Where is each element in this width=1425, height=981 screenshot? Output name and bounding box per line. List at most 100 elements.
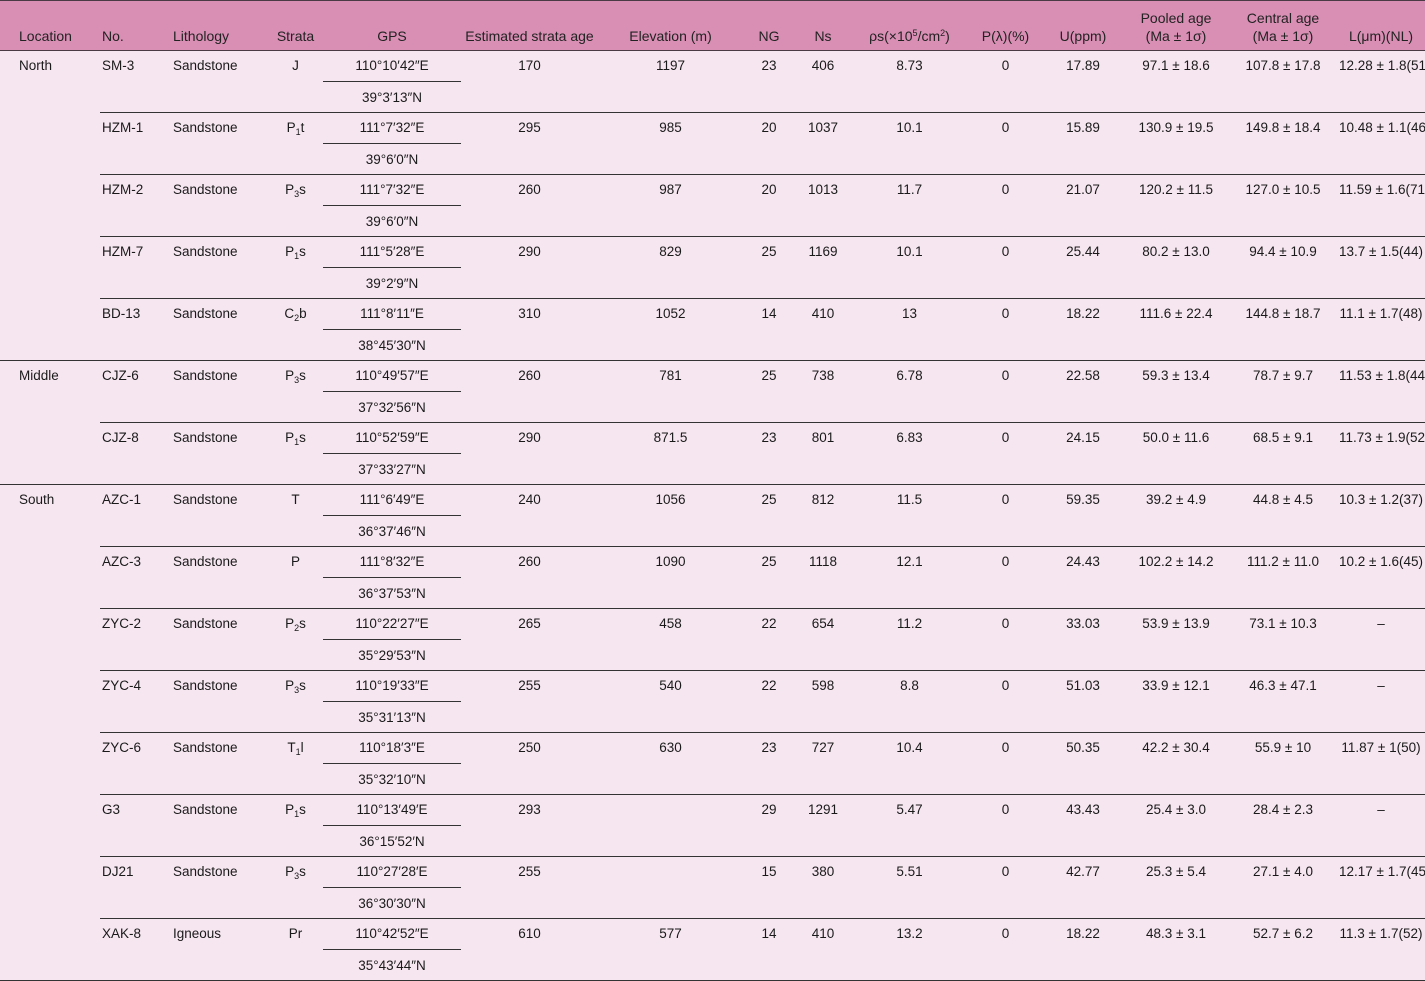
- elevation-cell: 871.5: [598, 422, 743, 485]
- elevation-cell: 458: [598, 608, 743, 671]
- ns-cell: 654: [795, 608, 851, 671]
- table-row: North SM-3 Sandstone J 110°10′42″E 170 1197 23 4…: [0, 50, 1425, 113]
- location-cell: South: [19, 492, 55, 507]
- gps-longitude-cell: 110°42′52″E: [355, 926, 429, 941]
- sample-no-cell: CJZ-6: [100, 360, 171, 423]
- fission-track-table: Location No. Lithology Strata GPS Estima…: [0, 0, 1425, 981]
- strata-base: P: [285, 864, 295, 879]
- gps-longitude-cell: 111°7′32″E: [359, 120, 425, 135]
- lithology-cell: Sandstone: [171, 360, 268, 423]
- central-age-cell: 68.5 ± 9.1: [1229, 422, 1337, 485]
- lithology-cell: Sandstone: [171, 546, 268, 609]
- estimated-age-cell: 290: [461, 236, 598, 299]
- estimated-age-cell: 260: [461, 174, 598, 237]
- p-lambda-cell: 0: [968, 732, 1043, 795]
- pooled-age-cell: 53.9 ± 13.9: [1123, 608, 1229, 671]
- ng-cell: 29: [743, 794, 795, 857]
- strata-base: P: [285, 182, 295, 197]
- ns-cell: 1118: [795, 546, 851, 609]
- gps-latitude-cell: 36°37′53″N: [323, 577, 461, 609]
- sample-no-cell: G3: [100, 794, 171, 857]
- ns-cell: 1013: [795, 174, 851, 237]
- gps-latitude-cell: 35°32′10″N: [323, 763, 461, 795]
- ng-cell: 22: [743, 608, 795, 671]
- rho-s-cell: 13: [851, 298, 968, 361]
- rho-s-cell: 11.7: [851, 174, 968, 237]
- u-cell: 50.35: [1043, 732, 1123, 795]
- length-cell: –: [1337, 608, 1425, 671]
- rho-s-cell: 6.78: [851, 360, 968, 423]
- central-age-cell: 28.4 ± 2.3: [1229, 794, 1337, 857]
- ns-cell: 410: [795, 298, 851, 361]
- p-lambda-cell: 0: [968, 794, 1043, 857]
- estimated-age-cell: 293: [461, 794, 598, 857]
- central-age-cell: 46.3 ± 47.1: [1229, 670, 1337, 733]
- gps-longitude-cell: 110°49′57″E: [355, 368, 429, 383]
- header-gps: GPS: [323, 0, 461, 51]
- lithology-cell: Sandstone: [171, 112, 268, 175]
- header-estimated-strata-age: Estimated strata age: [461, 0, 598, 51]
- strata-cell: P3s: [268, 856, 323, 919]
- elevation-cell: 1197: [598, 50, 743, 113]
- gps-longitude-cell: 111°8′11″E: [360, 306, 424, 321]
- u-cell: 51.03: [1043, 670, 1123, 733]
- header-length: L(μm)(NL): [1337, 0, 1425, 51]
- gps-latitude-cell: 35°43′44″N: [323, 949, 461, 981]
- pooled-age-cell: 25.3 ± 5.4: [1123, 856, 1229, 919]
- lithology-cell: Sandstone: [171, 484, 268, 547]
- strata-base: T: [287, 740, 296, 755]
- p-lambda-cell: 0: [968, 422, 1043, 485]
- strata-base: P: [285, 430, 295, 445]
- p-lambda-cell: 0: [968, 608, 1043, 671]
- gps-longitude-cell: 110°13′49′E: [356, 802, 428, 817]
- gps-longitude-cell: 110°19′33″E: [355, 678, 429, 693]
- estimated-age-cell: 310: [461, 298, 598, 361]
- table-row: CJZ-8 Sandstone P1s 110°52′59″E 290 871.5 23 80…: [0, 422, 1425, 485]
- pooled-age-cell: 42.2 ± 30.4: [1123, 732, 1229, 795]
- ng-cell: 23: [743, 732, 795, 795]
- table-row: South AZC-1 Sandstone T 111°6′49″E 240 1056 25 8…: [0, 484, 1425, 547]
- header-elevation: Elevation (m): [598, 0, 743, 51]
- pooled-age-cell: 48.3 ± 3.1: [1123, 918, 1229, 981]
- ng-cell: 20: [743, 174, 795, 237]
- location-cell: Middle: [19, 368, 59, 383]
- gps-latitude-cell: 39°3′13″N: [323, 81, 461, 113]
- location-cell: [0, 918, 100, 981]
- ng-cell: 20: [743, 112, 795, 175]
- length-cell: 10.48 ± 1.1(46): [1337, 112, 1425, 175]
- ng-cell: 25: [743, 484, 795, 547]
- table-row: ZYC-2 Sandstone P2s 110°22′27″E 265 458 22 654 1…: [0, 608, 1425, 671]
- u-cell: 42.77: [1043, 856, 1123, 919]
- length-cell: 11.3 ± 1.7(52): [1337, 918, 1425, 981]
- pooled-age-cell: 33.9 ± 12.1: [1123, 670, 1229, 733]
- strata-cell: P2s: [268, 608, 323, 671]
- gps-latitude-cell: 39°6′0″N: [323, 143, 461, 175]
- strata-base: P: [286, 120, 296, 135]
- estimated-age-cell: 170: [461, 50, 598, 113]
- elevation-cell: 987: [598, 174, 743, 237]
- pooled-age-cell: 120.2 ± 11.5: [1123, 174, 1229, 237]
- strata-cell: P3s: [268, 670, 323, 733]
- u-cell: 43.43: [1043, 794, 1123, 857]
- length-cell: 11.87 ± 1(50): [1337, 732, 1425, 795]
- sample-no-cell: XAK-8: [100, 918, 171, 981]
- u-cell: 24.15: [1043, 422, 1123, 485]
- strata-base: T: [291, 492, 300, 507]
- rho-s-cell: 5.47: [851, 794, 968, 857]
- gps-longitude-cell: 111°7′32″E: [359, 182, 425, 197]
- length-cell: 11.59 ± 1.6(71): [1337, 174, 1425, 237]
- estimated-age-cell: 255: [461, 856, 598, 919]
- strata-base: P: [285, 678, 295, 693]
- strata-base: P: [285, 616, 295, 631]
- sample-no-cell: ZYC-6: [100, 732, 171, 795]
- table-row: HZM-1 Sandstone P1t 111°7′32″E 295 985 20 1037 1…: [0, 112, 1425, 175]
- ns-cell: 380: [795, 856, 851, 919]
- lithology-cell: Sandstone: [171, 236, 268, 299]
- lithology-cell: Sandstone: [171, 608, 268, 671]
- location-cell: [0, 237, 100, 299]
- strata-base: P: [290, 554, 300, 569]
- u-cell: 17.89: [1043, 50, 1123, 113]
- table-row: BD-13 Sandstone C2b 111°8′11″E 310 1052 14 410 1…: [0, 298, 1425, 361]
- ns-cell: 1169: [795, 236, 851, 299]
- u-cell: 59.35: [1043, 484, 1123, 547]
